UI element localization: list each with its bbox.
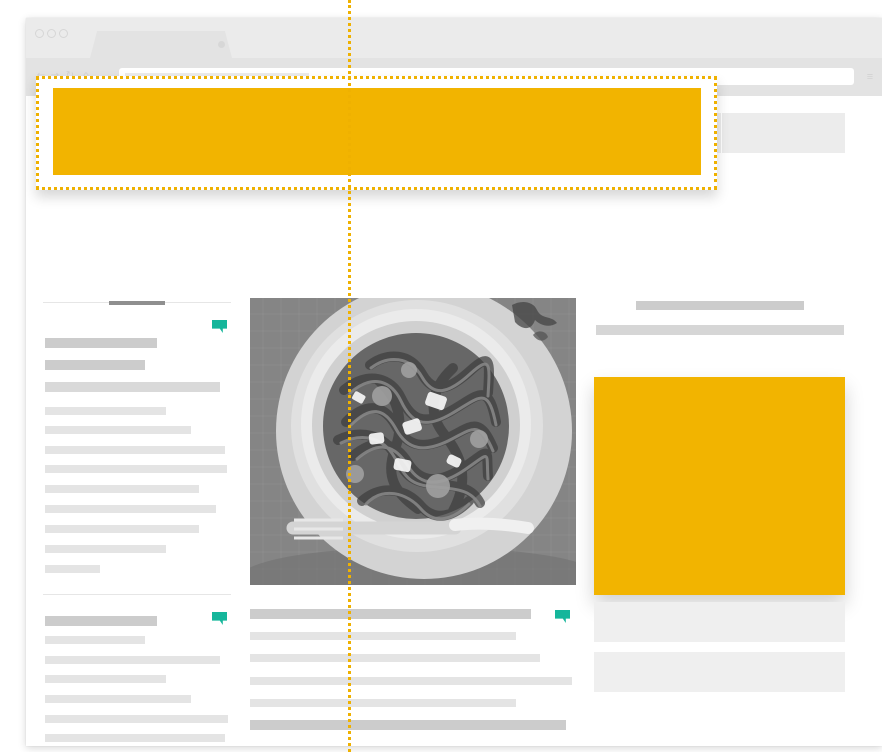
nav-item-5[interactable] bbox=[722, 113, 846, 153]
text-line-placeholder bbox=[45, 636, 145, 644]
text-line-placeholder bbox=[45, 465, 227, 473]
article-title-placeholder[interactable] bbox=[45, 360, 145, 370]
article-title-placeholder[interactable] bbox=[250, 720, 566, 730]
sidebar-content-block[interactable] bbox=[594, 652, 845, 692]
text-line-placeholder bbox=[45, 734, 225, 742]
text-line-placeholder bbox=[45, 565, 100, 573]
article-title-placeholder[interactable] bbox=[250, 609, 531, 619]
text-line-placeholder bbox=[45, 695, 191, 703]
text-line-placeholder bbox=[45, 407, 166, 415]
text-line-placeholder bbox=[45, 675, 166, 683]
text-line-placeholder bbox=[45, 715, 228, 723]
text-line-placeholder bbox=[250, 677, 572, 685]
text-line-placeholder bbox=[250, 699, 516, 707]
main-article-preview bbox=[250, 603, 576, 733]
text-line-placeholder bbox=[45, 485, 199, 493]
sidebar-content-block[interactable] bbox=[594, 602, 845, 642]
text-line-placeholder bbox=[45, 426, 191, 434]
text-line-placeholder bbox=[250, 654, 540, 662]
sidebar-subtitle-placeholder bbox=[596, 325, 844, 335]
text-line-placeholder bbox=[45, 505, 216, 513]
side-banner-ad[interactable] bbox=[594, 377, 845, 595]
comment-icon[interactable] bbox=[555, 610, 570, 623]
left-article-column bbox=[43, 301, 231, 742]
website-page bbox=[26, 96, 882, 746]
article-title-placeholder[interactable] bbox=[45, 338, 157, 348]
text-line-placeholder bbox=[45, 656, 220, 664]
comment-icon[interactable] bbox=[212, 320, 227, 333]
text-line-placeholder bbox=[45, 446, 225, 454]
right-sidebar bbox=[594, 298, 845, 702]
window-controls[interactable] bbox=[35, 29, 68, 38]
tab-close-icon[interactable] bbox=[218, 41, 225, 48]
menu-icon[interactable]: ≡ bbox=[865, 72, 875, 83]
window-close-icon[interactable] bbox=[35, 29, 44, 38]
text-line-placeholder bbox=[250, 632, 516, 640]
sidebar-title-placeholder bbox=[636, 301, 804, 310]
comment-icon[interactable] bbox=[212, 612, 227, 625]
text-line-placeholder bbox=[45, 525, 199, 533]
active-section-tab[interactable] bbox=[109, 301, 165, 305]
pasta-bowl-photo[interactable] bbox=[250, 298, 576, 585]
article-subtitle-placeholder bbox=[45, 382, 220, 392]
window-minimize-icon[interactable] bbox=[47, 29, 56, 38]
article-title-placeholder[interactable] bbox=[45, 616, 157, 626]
browser-tab[interactable] bbox=[90, 31, 232, 58]
text-line-placeholder bbox=[45, 545, 166, 553]
browser-titlebar bbox=[26, 18, 882, 58]
window-zoom-icon[interactable] bbox=[59, 29, 68, 38]
section-divider bbox=[43, 594, 231, 595]
header-banner-ad[interactable] bbox=[53, 88, 701, 175]
header-ad-outline bbox=[36, 76, 717, 190]
